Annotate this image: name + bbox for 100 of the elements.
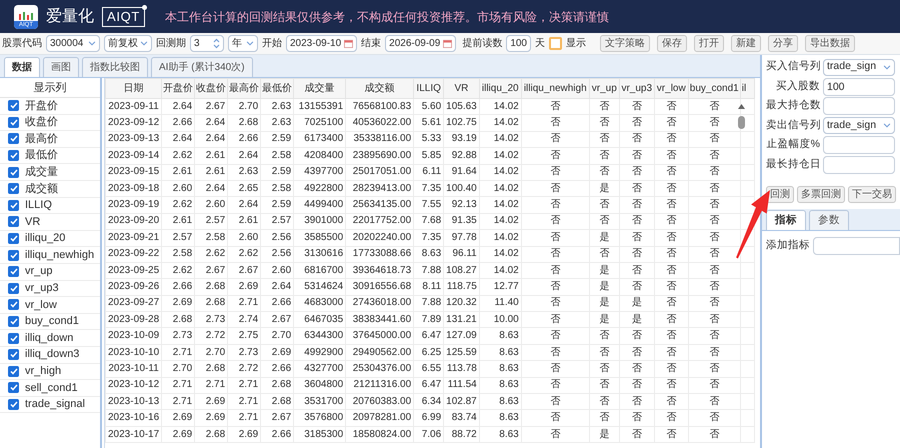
table-cell: 23895690.00 [346,148,414,164]
start-date-field[interactable]: 2023-09-10 [286,35,358,52]
tab[interactable]: 参数 [809,210,849,230]
table-cell: 2.58 [260,148,294,164]
column-header[interactable]: vr_up [589,78,620,98]
checkbox[interactable] [8,282,19,294]
input-field[interactable] [823,156,895,174]
scrollbar-thumb[interactable] [738,116,745,129]
table-cell: 131.21 [444,312,480,328]
end-date-field[interactable]: 2026-09-09 [385,35,456,52]
checkbox[interactable] [8,233,19,244]
tab[interactable]: AI助手 (累计340次) [151,57,253,77]
table-cell: 2.71 [228,377,261,394]
checkbox[interactable] [8,382,19,394]
column-header[interactable]: 成交量 [294,78,346,98]
table-cell: 2.62 [228,246,261,262]
column-header[interactable]: 开盘价 [162,78,195,98]
toolbar-button[interactable]: 文字策略 [600,35,650,52]
column-header[interactable]: ILLIQ [414,78,444,98]
tab[interactable]: 指标 [766,210,806,230]
table-cell: 否 [619,164,654,180]
table-cell: 4208400 [294,148,346,164]
input-field[interactable]: 100 [823,78,895,96]
checkbox[interactable] [8,100,19,112]
preload-days-field[interactable]: 100 [506,35,531,52]
toolbar-button[interactable]: 打开 [694,35,724,52]
checkbox[interactable] [8,366,19,377]
table-cell: 否 [589,377,620,394]
checkbox[interactable] [8,250,19,261]
column-header[interactable]: illiqu_20 [479,78,522,98]
checkbox[interactable] [8,316,19,328]
table-cell: 8.63 [479,394,522,410]
checkbox[interactable] [8,216,19,228]
stock-code-select[interactable]: 300004 [46,35,100,52]
column-header[interactable]: 最高价 [228,78,261,98]
table-cell: 2023-09-19 [106,196,162,214]
table-cell: 否 [688,196,740,214]
action-button[interactable]: 回测 [766,186,794,202]
column-header[interactable]: 最低价 [260,78,294,98]
add-indicator-field[interactable] [813,236,900,254]
input-field[interactable] [823,136,895,154]
checkbox[interactable] [8,398,19,410]
adjust-select[interactable]: 前复权 [104,35,152,52]
table-cell: 2.67 [194,98,228,115]
column-header[interactable]: vr_up3 [619,78,654,98]
signal-column-select[interactable]: trade_sign [823,58,895,76]
table-cell: 否 [654,230,688,246]
table-cell: 91.35 [444,213,480,230]
tab[interactable]: 指数比较图 [82,57,148,77]
table-cell: 2.71 [194,377,228,394]
column-option-label: vr_up3 [25,281,59,296]
input-field[interactable] [823,97,895,115]
table-cell: 否 [654,114,688,132]
column-header[interactable]: il [740,78,754,98]
column-header[interactable]: illiqu_newhigh [521,78,590,98]
column-header[interactable]: 日期 [106,78,162,98]
action-button[interactable]: 多票回测 [797,186,845,202]
signal-column-select[interactable]: trade_sign [823,117,895,134]
tab[interactable]: 数据 [4,57,40,77]
checkbox[interactable] [8,183,19,194]
table-cell: 否 [654,377,688,394]
table-cell: 否 [688,164,740,180]
scroll-up-arrow-icon[interactable] [738,104,745,109]
table-cell: 6.47 [414,328,444,344]
column-option-label: buy_cond1 [25,314,79,330]
period-unit-select[interactable]: 年 [228,35,258,52]
caret-icon [88,41,96,46]
checkbox[interactable] [8,299,19,310]
checkbox[interactable] [8,200,19,211]
toolbar-button[interactable]: 导出数据 [805,35,855,52]
show-checkbox[interactable] [549,37,562,50]
table-cell: 91.64 [444,164,480,180]
period-spinner[interactable]: 3 [190,35,224,52]
column-header[interactable]: VR [444,78,480,98]
tab[interactable]: 画图 [43,57,79,77]
table-cell: 否 [688,295,740,312]
checkbox[interactable] [8,116,19,128]
column-header[interactable]: 成交额 [346,78,414,98]
table-cell: 2.72 [194,328,228,344]
checkbox[interactable] [8,349,19,360]
column-header[interactable]: 收盘价 [194,78,228,98]
toolbar-button[interactable]: 新建 [731,35,761,52]
checkbox[interactable] [8,166,19,178]
table-cell: 2.60 [162,180,195,197]
table-cell: 93.19 [444,131,480,148]
calendar-icon[interactable] [344,39,354,48]
table-cell: 25634135.00 [346,196,414,214]
checkbox[interactable] [8,332,19,344]
column-header[interactable]: buy_cond1 [688,78,740,98]
checkbox[interactable] [8,266,19,278]
column-header[interactable]: vr_low [654,78,688,98]
calendar-icon[interactable] [443,39,452,48]
action-button[interactable]: 下一交易 [848,186,896,202]
column-option-label: trade_signal [25,397,85,412]
toolbar-button[interactable]: 保存 [657,35,687,52]
checkbox[interactable] [8,133,19,144]
toolbar-button[interactable]: 分享 [768,35,798,52]
table-cell: 102.87 [444,394,480,410]
checkbox[interactable] [8,150,19,162]
table-cell: 2.66 [162,278,195,296]
